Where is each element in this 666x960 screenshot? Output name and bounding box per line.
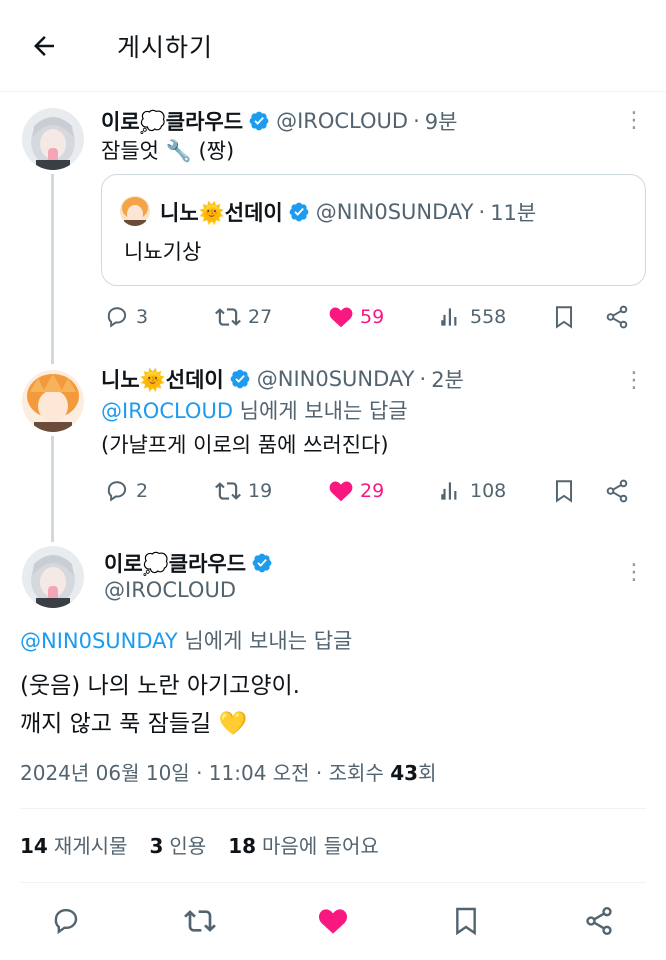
arrow-left-icon — [34, 36, 54, 56]
mention-link[interactable]: @IROCLOUD — [101, 399, 233, 423]
view-count-suffix: 회 — [418, 761, 437, 785]
user-handle: @NIN0SUNDAY — [315, 200, 474, 224]
bar-chart-icon — [441, 482, 457, 500]
display-name[interactable]: 이로💭클라우드 — [104, 548, 246, 578]
retweet-button[interactable]: 19 — [214, 478, 272, 504]
reply-count: 2 — [136, 480, 149, 502]
tweet-meta: 2024년 06월 10일 · 11:04 오전 · 조회수 43회 — [20, 757, 436, 786]
tweet-text: 잠들엇 🔧 (짱) — [101, 139, 235, 163]
reply-context-label: 님에게 보내는 답글 — [177, 629, 353, 653]
verified-badge-icon — [251, 552, 273, 574]
quoted-tweet-card[interactable]: 니노🌞선데이 @NIN0SUNDAY · 11분 니뇨기상 — [101, 174, 646, 286]
share-icon — [606, 305, 628, 329]
heart-icon — [318, 909, 348, 934]
avatar[interactable] — [22, 370, 84, 432]
separator-dot: · — [413, 109, 420, 133]
more-options-button[interactable]: ⋮ — [622, 367, 646, 393]
retweet-icon — [215, 308, 241, 326]
like-count: 29 — [360, 480, 385, 502]
more-vertical-icon: ⋮ — [623, 107, 645, 133]
view-count: 43 — [390, 761, 419, 785]
verified-badge-icon — [248, 110, 270, 132]
retweet-button[interactable]: 27 — [214, 304, 272, 330]
retweet-count: 27 — [248, 306, 273, 328]
heart-icon — [329, 481, 353, 502]
reply-context: @IROCLOUD 님에게 보내는 답글 — [101, 394, 408, 428]
bookmark-icon — [456, 907, 476, 936]
retweet-count: 19 — [248, 480, 273, 502]
like-button[interactable]: 59 — [328, 304, 384, 330]
share-button[interactable] — [604, 304, 636, 330]
divider — [20, 882, 646, 883]
tweet-text: (가냘프게 이로의 품에 쓰러진다) — [101, 433, 389, 457]
user-handle[interactable]: @IROCLOUD — [104, 578, 236, 602]
user-handle[interactable]: @IROCLOUD — [276, 109, 408, 133]
views-button[interactable]: 558 — [438, 304, 506, 330]
reply-icon — [107, 307, 127, 328]
reply-icon — [54, 909, 78, 935]
reply-context-label: 님에게 보내는 답글 — [233, 399, 408, 423]
more-options-button[interactable]: ⋮ — [622, 559, 646, 585]
retweet-icon — [215, 482, 241, 500]
views-button[interactable]: 108 — [438, 478, 506, 504]
bookmark-button[interactable] — [551, 478, 583, 504]
bookmark-icon — [555, 306, 573, 329]
share-icon — [586, 907, 612, 935]
reply-button[interactable]: 2 — [104, 478, 148, 504]
tweet-text-line: 깨지 않고 푹 잠들길 💛 — [20, 711, 248, 737]
heart-icon — [329, 307, 353, 328]
avatar — [120, 196, 150, 226]
bookmark-icon — [555, 480, 573, 503]
views-count: 558 — [470, 306, 507, 328]
verified-badge-icon — [229, 368, 251, 390]
quoted-tweet-text: 니뇨기상 — [124, 240, 202, 264]
back-button[interactable] — [24, 26, 64, 66]
page-title: 게시하기 — [117, 33, 214, 62]
more-vertical-icon: ⋮ — [623, 559, 645, 585]
retweet-button[interactable] — [180, 901, 220, 941]
avatar[interactable] — [22, 108, 84, 170]
like-count: 59 — [360, 306, 385, 328]
like-button[interactable] — [313, 901, 353, 941]
timestamp[interactable]: 2분 — [431, 364, 464, 394]
bookmark-button[interactable] — [446, 901, 486, 941]
thread-connector — [51, 436, 54, 542]
share-button[interactable] — [579, 901, 619, 941]
separator-dot: · — [478, 200, 486, 224]
post-timestamp[interactable]: 2024년 06월 10일 · 11:04 오전 · 조회수 — [20, 761, 390, 785]
reply-button[interactable] — [46, 901, 86, 941]
user-handle[interactable]: @NIN0SUNDAY — [257, 367, 415, 391]
more-vertical-icon: ⋮ — [623, 367, 645, 393]
share-icon — [606, 479, 628, 503]
bar-chart-icon — [441, 308, 457, 326]
more-options-button[interactable]: ⋮ — [622, 107, 646, 133]
reply-icon — [107, 481, 127, 502]
top-bar: 게시하기 — [0, 0, 666, 92]
share-button[interactable] — [604, 478, 636, 504]
mention-link[interactable]: @NIN0SUNDAY — [20, 629, 178, 653]
display-name[interactable]: 이로💭클라우드 — [101, 106, 243, 136]
action-bar — [0, 895, 666, 950]
divider — [20, 808, 646, 809]
thread-connector — [51, 174, 54, 364]
reply-count: 3 — [136, 306, 149, 328]
likes-stat[interactable]: 18 마음에 들어요 — [228, 830, 379, 859]
reposts-stat[interactable]: 14 재게시물 — [20, 830, 127, 859]
reply-button[interactable]: 3 — [104, 304, 148, 330]
display-name: 니노🌞선데이 — [160, 201, 283, 225]
separator-dot: · — [419, 367, 427, 391]
views-count: 108 — [470, 480, 507, 502]
quotes-stat[interactable]: 3 인용 — [149, 830, 206, 859]
display-name[interactable]: 니노🌞선데이 — [101, 364, 224, 394]
bookmark-button[interactable] — [551, 304, 583, 330]
avatar[interactable] — [22, 546, 84, 608]
reply-context: @NIN0SUNDAY 님에게 보내는 답글 — [20, 624, 352, 658]
engagement-stats: 14 재게시물 3 인용 18 마음에 들어요 — [20, 830, 401, 859]
like-button[interactable]: 29 — [328, 478, 384, 504]
timestamp: 11분 — [490, 201, 537, 225]
verified-badge-icon — [288, 201, 310, 223]
tweet-text-line: (웃음) 나의 노란 아기고양이. — [20, 673, 300, 699]
timestamp[interactable]: 9분 — [425, 106, 458, 136]
retweet-icon — [184, 910, 216, 932]
